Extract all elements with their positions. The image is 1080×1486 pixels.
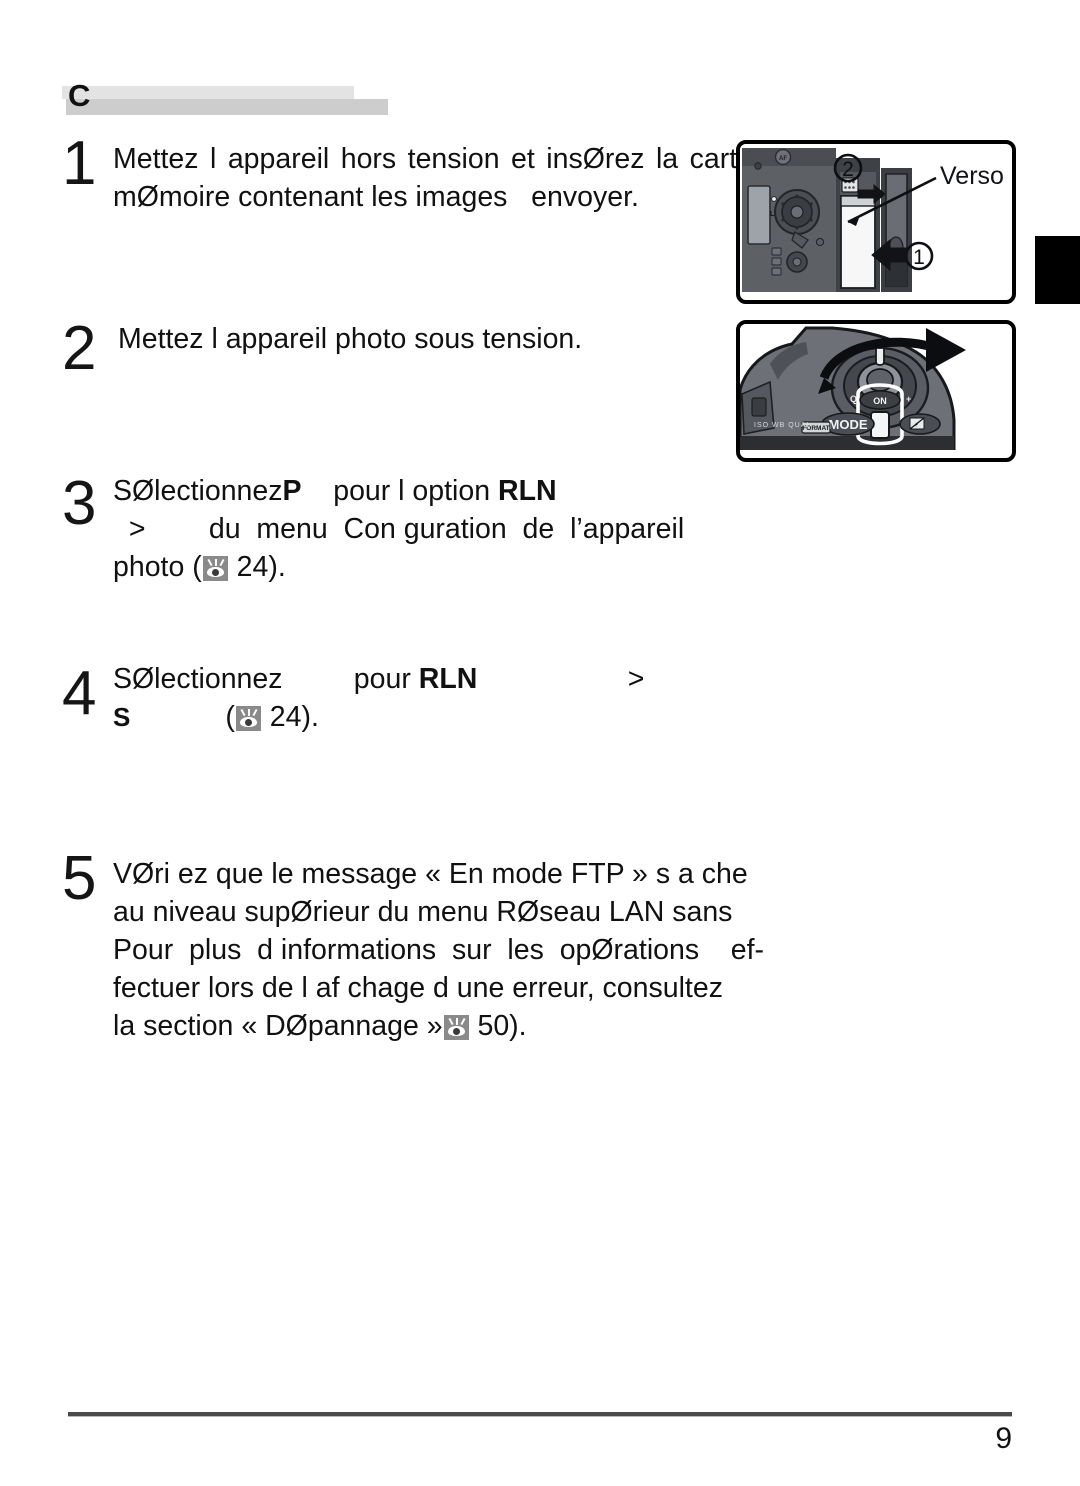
step-3-line2-rest: du menu Con guration de l’appareil [208,513,685,545]
step-4-gap-3 [130,701,225,733]
step-3-text: SØlectionnezP pour l option RLN > du men… [113,472,753,586]
step-4-page-ref: 24). [269,701,319,733]
step-4-space-1 [411,663,419,695]
header-redaction-upper [62,86,354,99]
svg-text:L: L [770,211,775,218]
step-1-text: Mettez l appareil hors tension et insØre… [113,140,753,216]
step-5-line-2: au niveau supØrieur du menu RØseau LAN s… [113,896,733,928]
svg-text:AF: AF [779,156,787,162]
step-5-number: 5 [62,844,97,913]
step-5-line-4: fectuer lors de l af chage d une erreur,… [113,972,723,1004]
step-4-line-1: SØlectionnez pour RLN > [113,660,773,698]
step-3-indent-2 [113,513,129,545]
step-3-line-1: SØlectionnezP pour l option RLN [113,472,753,510]
step-4-line1-mid: pour [353,663,411,695]
svg-text:1: 1 [913,246,925,269]
eye-pupil [244,719,252,726]
page-reference-icon [235,706,261,731]
step-4-paren-open: ( [225,701,235,733]
memory-card-illustration: AF L 2 1 Verso [740,144,1004,292]
eye-lash-left [207,558,213,567]
eye-lash-right [252,708,258,717]
step-1-line-1: Mettez l appareil hors tension et insØre… [113,143,753,175]
mode-button-label: MODE [829,417,868,432]
step-3-number: 3 [62,469,97,538]
step-2-text: Mettez l appareil photo sous tension. [118,320,758,358]
step-5-line-5: la section « DØpannage » 50). [113,1007,773,1045]
eye-pupil [211,569,219,576]
step-3-line-2: > du menu Con guration de l’appareil [113,510,753,548]
step-4-option-letter: S [113,702,131,732]
figure-caption-verso: Verso [940,162,1004,190]
eye-lash-right [460,1017,466,1026]
step-1-line-2: mØmoire contenant les images envoyer. [113,181,639,213]
figure-memory-card-insertion: AF L 2 1 Verso [736,140,1016,304]
svg-text:ISO WB QUAL: ISO WB QUAL [754,422,811,429]
step-2-number: 2 [62,314,97,383]
eye-pupil [452,1028,460,1035]
section-header-band: C [62,80,392,120]
step-4-number: 4 [62,659,97,728]
figure-power-switch: Q + ON MODE + FORMAT ISO WB QUAL [736,320,1016,462]
step-3-menu-name: RLN [498,475,557,507]
eye-lash-center [247,709,250,716]
step-5-line-3: Pour plus d informations sur les opØrati… [113,934,765,966]
step-3-line-3: photo ( 24). [113,548,753,586]
step-4-menu-name: RLN [418,663,478,695]
step-4-text: SØlectionnez pour RLN > S ( 24). [113,660,773,736]
eye-lash-left [448,1017,454,1026]
step-3-gap-1 [302,475,334,507]
step-4-breadcrumb-separator: > [627,663,645,695]
step-1-number: 1 [62,129,97,198]
step-3-page-ref: 24). [236,551,286,583]
eye-lash-left [240,708,246,717]
chapter-thumb-tab [1035,236,1080,304]
step-4-gap-1 [283,663,354,695]
step-4-line-2: S ( 24). [113,698,773,736]
step-5-page-ref: 50). [477,1010,527,1042]
page-reference-icon [443,1015,469,1040]
step-5-line-1: VØri ez que le message « En mode FTP » s… [113,858,748,890]
power-switch-on-label: ON [873,396,887,406]
step-5-text: VØri ez que le message « En mode FTP » s… [113,855,773,1045]
svg-text:+: + [906,394,911,404]
step-2-line-1: Mettez l appareil photo sous tension. [118,323,583,355]
step-4-space-2 [262,701,270,733]
step-3-gap-2 [146,513,209,545]
eye-lash-center [455,1018,458,1025]
step-3-space-1 [490,475,498,507]
page-reference-icon [202,556,228,581]
step-3-option-letter: P [282,475,302,507]
step-5-line5-pre: la section « DØpannage » [113,1010,443,1042]
step-3-line1-mid: pour l option [333,475,491,507]
page-number: 9 [995,1422,1012,1455]
eye-lash-right [219,558,225,567]
step-3-space-3 [229,551,237,583]
header-redaction-lower [66,99,388,115]
power-switch-illustration: Q + ON MODE + FORMAT ISO WB QUAL [740,324,1004,450]
step-3-line1-pre: SØlectionnez [113,475,283,507]
step-4-gap-2 [477,663,627,695]
svg-text:2: 2 [842,158,854,181]
step-3-line3-pre: photo ( [113,551,202,583]
step-3-breadcrumb-separator: > [128,513,146,545]
eye-lash-center [214,559,217,566]
footer-rule [68,1412,1012,1417]
section-letter: C [68,78,90,113]
step-4-line1-pre: SØlectionnez [113,663,283,695]
svg-text:Q: Q [850,394,857,404]
svg-text:+: + [914,422,918,429]
